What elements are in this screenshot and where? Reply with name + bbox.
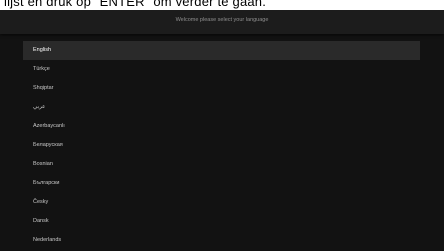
language-item-label: Česky [33,199,49,205]
language-item-label: Български [33,180,60,186]
language-item-label: عربي [33,104,46,110]
language-selection-screen: Welcome please select your language Engl… [0,10,444,251]
language-item-danish[interactable]: Dansk [23,212,420,231]
language-item-arabic[interactable]: عربي [23,98,420,117]
page-title: Welcome please select your language [175,17,269,23]
language-item-label: Nederlands [33,237,62,243]
language-item-belarusian[interactable]: Беларуская [23,136,420,155]
language-list: English Türkçe Shqiptar عربي Azerbaycanl… [23,41,420,250]
language-item-label: Dansk [33,218,49,224]
language-item-label: Bosnian [33,161,53,167]
language-item-label: Shqiptar [33,85,54,91]
language-item-label: English [33,47,52,53]
language-item-azerbaijani[interactable]: Azerbaycanlı [23,117,420,136]
language-item-turkish[interactable]: Türkçe [23,60,420,79]
header-bar: Welcome please select your language [0,10,444,34]
instruction-caption-text: lijst en druk op "ENTER" om verder te ga… [4,0,267,9]
language-item-label: Türkçe [33,66,50,72]
language-item-english[interactable]: English [23,41,420,60]
language-item-czech[interactable]: Česky [23,193,420,212]
language-item-bosnian[interactable]: Bosnian [23,155,420,174]
instruction-caption: lijst en druk op "ENTER" om verder te ga… [0,0,444,10]
language-item-label: Azerbaycanlı [33,123,65,129]
language-item-label: Беларуская [33,142,63,148]
language-item-albanian[interactable]: Shqiptar [23,79,420,98]
language-item-bulgarian[interactable]: Български [23,174,420,193]
language-item-dutch[interactable]: Nederlands [23,231,420,250]
